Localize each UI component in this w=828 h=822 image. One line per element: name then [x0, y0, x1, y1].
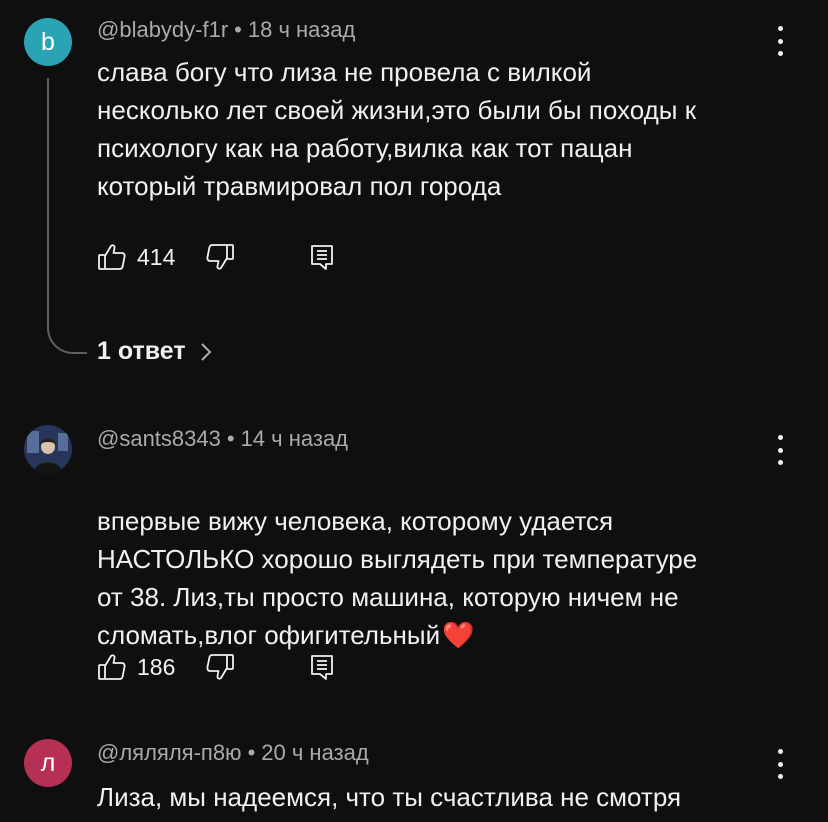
- more-vertical-icon: [777, 435, 783, 440]
- like-count: 414: [137, 243, 176, 270]
- comment-body: впервые вижу человека, которому удается …: [97, 506, 698, 650]
- thumbs-down-icon: [206, 244, 235, 270]
- like-count: 186: [137, 653, 176, 680]
- like-button[interactable]: 414: [97, 242, 175, 272]
- comment-actions: 414: [97, 237, 337, 277]
- comment-text: впервые вижу человека, которому удается …: [97, 464, 797, 654]
- view-replies-button[interactable]: 1 ответ: [97, 337, 212, 366]
- more-vertical-icon: [777, 26, 783, 31]
- comment-time[interactable]: 20 ч назад: [261, 740, 368, 765]
- user-photo-icon: [24, 425, 72, 473]
- avatar[interactable]: л: [24, 739, 72, 787]
- thumbs-up-icon: [98, 654, 126, 680]
- chevron-right-icon: [200, 342, 212, 361]
- reply-comment-icon: [311, 655, 334, 680]
- separator-dot: •: [226, 426, 235, 451]
- comment-meta: @ляляля-п8ю • 20 ч назад: [97, 740, 369, 766]
- separator-dot: •: [247, 740, 256, 765]
- avatar-letter: л: [40, 748, 56, 777]
- avatar[interactable]: [24, 425, 72, 473]
- comment-meta: @sants8343 • 14 ч назад: [97, 426, 348, 452]
- replies-label: 1 ответ: [97, 337, 186, 365]
- reply-comment-icon: [311, 245, 334, 270]
- author-handle[interactable]: @ляляля-п8ю: [97, 740, 242, 765]
- reply-button[interactable]: [307, 652, 337, 682]
- more-vertical-icon: [777, 749, 783, 754]
- comment-text: Лиза, мы надеемся, что ты счастлива не с…: [97, 782, 682, 812]
- author-handle[interactable]: @blabydy-f1r: [97, 17, 228, 42]
- like-button[interactable]: 186: [97, 652, 175, 682]
- thumbs-down-icon: [206, 654, 235, 680]
- separator-dot: •: [234, 17, 242, 42]
- comment-actions: 186: [97, 647, 337, 687]
- heart-emoji: ❤️: [442, 620, 475, 650]
- dislike-button[interactable]: [205, 652, 235, 682]
- author-handle[interactable]: @sants8343: [97, 426, 221, 451]
- more-button[interactable]: [772, 26, 788, 56]
- more-button[interactable]: [772, 435, 788, 465]
- reply-button[interactable]: [307, 242, 337, 272]
- comment-meta: @blabydy-f1r • 18 ч назад: [97, 17, 355, 43]
- avatar-letter: b: [41, 27, 55, 56]
- comment-time[interactable]: 18 ч назад: [248, 17, 355, 42]
- thread-line: [47, 78, 87, 354]
- comment-text: слава богу что лиза не провела с вилкой …: [97, 57, 697, 201]
- thumbs-up-icon: [98, 244, 126, 270]
- more-button[interactable]: [772, 749, 788, 779]
- avatar[interactable]: b: [24, 18, 72, 66]
- dislike-button[interactable]: [205, 242, 235, 272]
- comment-time[interactable]: 14 ч назад: [241, 426, 348, 451]
